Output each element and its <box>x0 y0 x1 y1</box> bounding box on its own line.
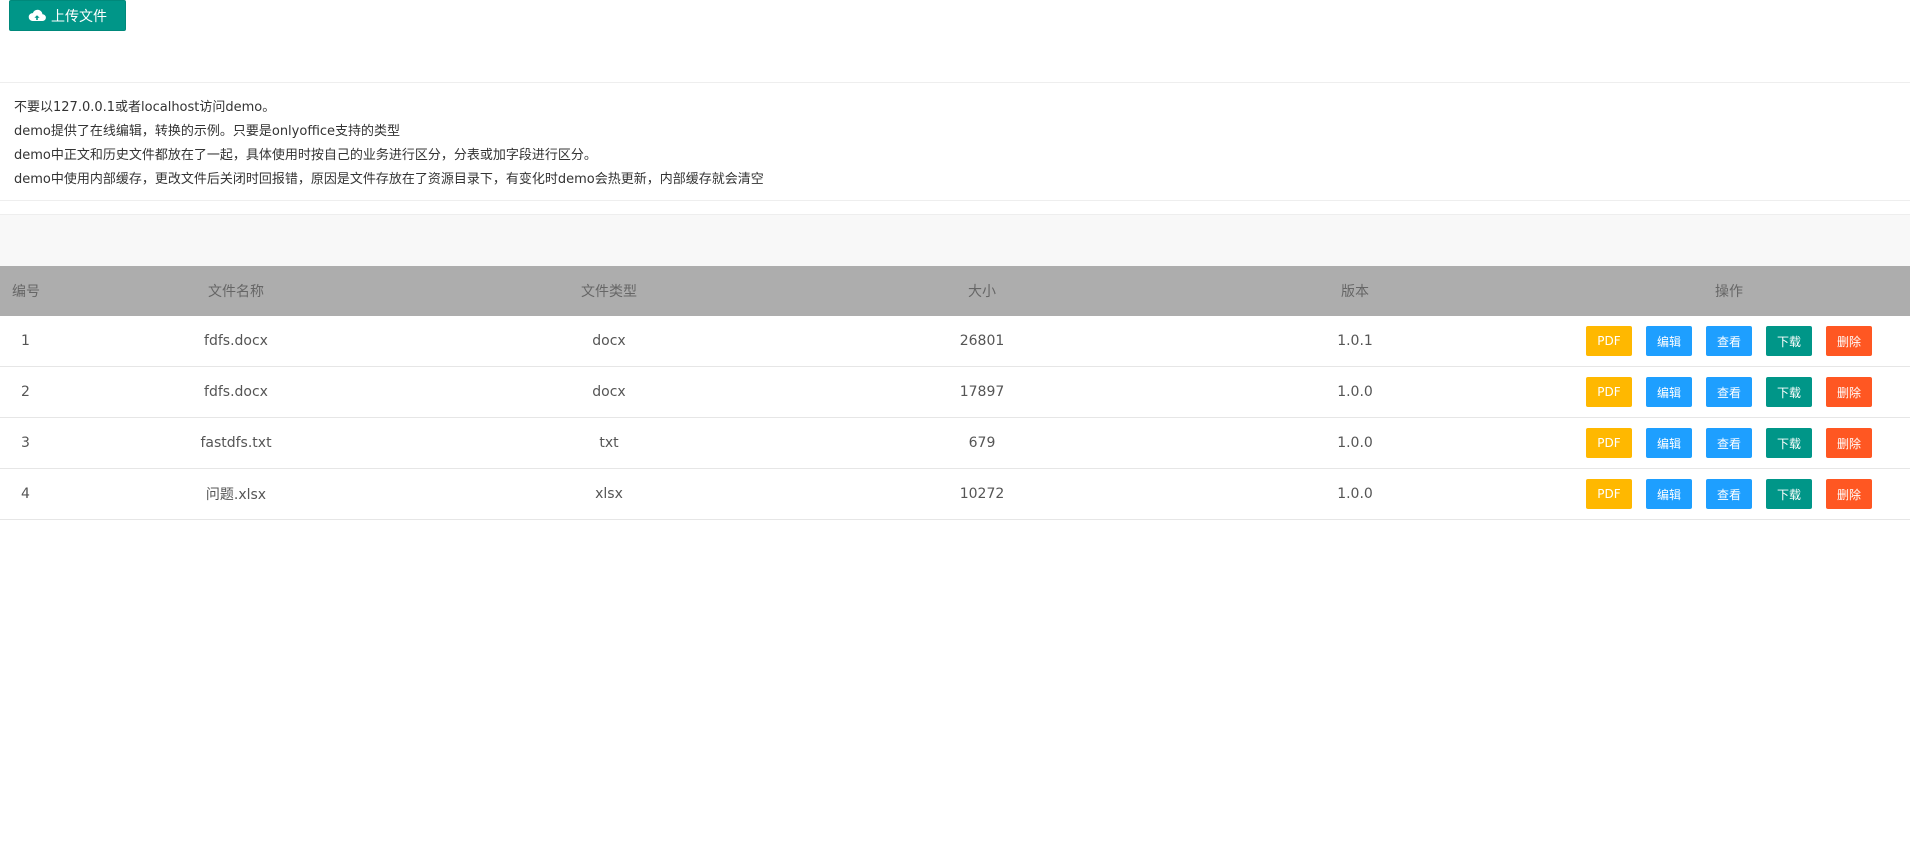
cell-name: 问题.xlsx <box>205 487 267 503</box>
row-actions: PDF 编辑 查看 下载 删除 <box>1586 326 1872 356</box>
view-button[interactable]: 查看 <box>1706 428 1752 458</box>
edit-button[interactable]: 编辑 <box>1646 479 1692 509</box>
cell-version: 1.0.1 <box>1337 333 1373 349</box>
note-line: demo中正文和历史文件都放在了一起，具体使用时按自己的业务进行区分，分表或加字… <box>14 148 597 163</box>
cell-type: txt <box>599 435 619 451</box>
pdf-button[interactable]: PDF <box>1586 377 1632 407</box>
cell-version: 1.0.0 <box>1337 486 1373 502</box>
pdf-button[interactable]: PDF <box>1586 326 1632 356</box>
note-line: demo中使用内部缓存，更改文件后关闭时回报错，原因是文件存放在了资源目录下，有… <box>14 172 764 187</box>
table-toolbar <box>0 214 1910 266</box>
edit-button[interactable]: 编辑 <box>1646 326 1692 356</box>
cell-type: xlsx <box>595 486 623 502</box>
cell-version: 1.0.0 <box>1337 384 1373 400</box>
download-button[interactable]: 下载 <box>1766 479 1812 509</box>
delete-button[interactable]: 删除 <box>1826 479 1872 509</box>
table-row: 4 问题.xlsx xlsx 10272 1.0.0 PDF 编辑 查看 下载 … <box>0 469 1910 520</box>
header-type: 文件类型 <box>581 284 637 300</box>
cloud-upload-icon <box>28 9 46 23</box>
note-line: demo提供了在线编辑，转换的示例。只要是onlyoffice支持的类型 <box>14 124 401 139</box>
header-name: 文件名称 <box>208 284 264 300</box>
table-row: 3 fastdfs.txt txt 679 1.0.0 PDF 编辑 查看 下载… <box>0 418 1910 469</box>
cell-size: 10272 <box>959 486 1005 502</box>
note-line: 不要以127.0.0.1或者localhost访问demo。 <box>14 100 276 115</box>
notes-block: 不要以127.0.0.1或者localhost访问demo。 demo提供了在线… <box>14 96 764 192</box>
top-toolbar: 上传文件 <box>0 0 1910 82</box>
delete-button[interactable]: 删除 <box>1826 377 1872 407</box>
cell-id: 2 <box>21 384 30 400</box>
table-row: 2 fdfs.docx docx 17897 1.0.0 PDF 编辑 查看 下… <box>0 367 1910 418</box>
edit-button[interactable]: 编辑 <box>1646 428 1692 458</box>
view-button[interactable]: 查看 <box>1706 326 1752 356</box>
view-button[interactable]: 查看 <box>1706 479 1752 509</box>
download-button[interactable]: 下载 <box>1766 428 1812 458</box>
divider <box>0 82 1910 83</box>
header-id: 编号 <box>12 284 40 300</box>
cell-id: 1 <box>21 333 30 349</box>
cell-type: docx <box>592 333 626 349</box>
cell-size: 17897 <box>959 384 1005 400</box>
cell-name: fdfs.docx <box>204 384 268 400</box>
delete-button[interactable]: 删除 <box>1826 428 1872 458</box>
edit-button[interactable]: 编辑 <box>1646 377 1692 407</box>
cell-version: 1.0.0 <box>1337 435 1373 451</box>
cell-name: fdfs.docx <box>204 333 268 349</box>
cell-name: fastdfs.txt <box>200 435 272 451</box>
table-row: 1 fdfs.docx docx 26801 1.0.1 PDF 编辑 查看 下… <box>0 316 1910 367</box>
header-ops: 操作 <box>1715 284 1743 300</box>
pdf-button[interactable]: PDF <box>1586 479 1632 509</box>
download-button[interactable]: 下载 <box>1766 377 1812 407</box>
file-table: 编号 文件名称 文件类型 大小 版本 操作 1 fdfs.docx docx 2… <box>0 266 1910 520</box>
cell-size: 679 <box>968 435 996 451</box>
cell-id: 3 <box>21 435 30 451</box>
header-version: 版本 <box>1341 284 1369 300</box>
cell-type: docx <box>592 384 626 400</box>
row-actions: PDF 编辑 查看 下载 删除 <box>1586 428 1872 458</box>
download-button[interactable]: 下载 <box>1766 326 1812 356</box>
divider <box>0 200 1910 201</box>
cell-size: 26801 <box>959 333 1005 349</box>
row-actions: PDF 编辑 查看 下载 删除 <box>1586 479 1872 509</box>
view-button[interactable]: 查看 <box>1706 377 1752 407</box>
upload-file-button[interactable]: 上传文件 <box>9 0 126 31</box>
row-actions: PDF 编辑 查看 下载 删除 <box>1586 377 1872 407</box>
cell-id: 4 <box>21 486 30 502</box>
upload-button-label: 上传文件 <box>51 8 107 25</box>
header-size: 大小 <box>968 284 996 300</box>
delete-button[interactable]: 删除 <box>1826 326 1872 356</box>
table-header: 编号 文件名称 文件类型 大小 版本 操作 <box>0 266 1910 316</box>
pdf-button[interactable]: PDF <box>1586 428 1632 458</box>
